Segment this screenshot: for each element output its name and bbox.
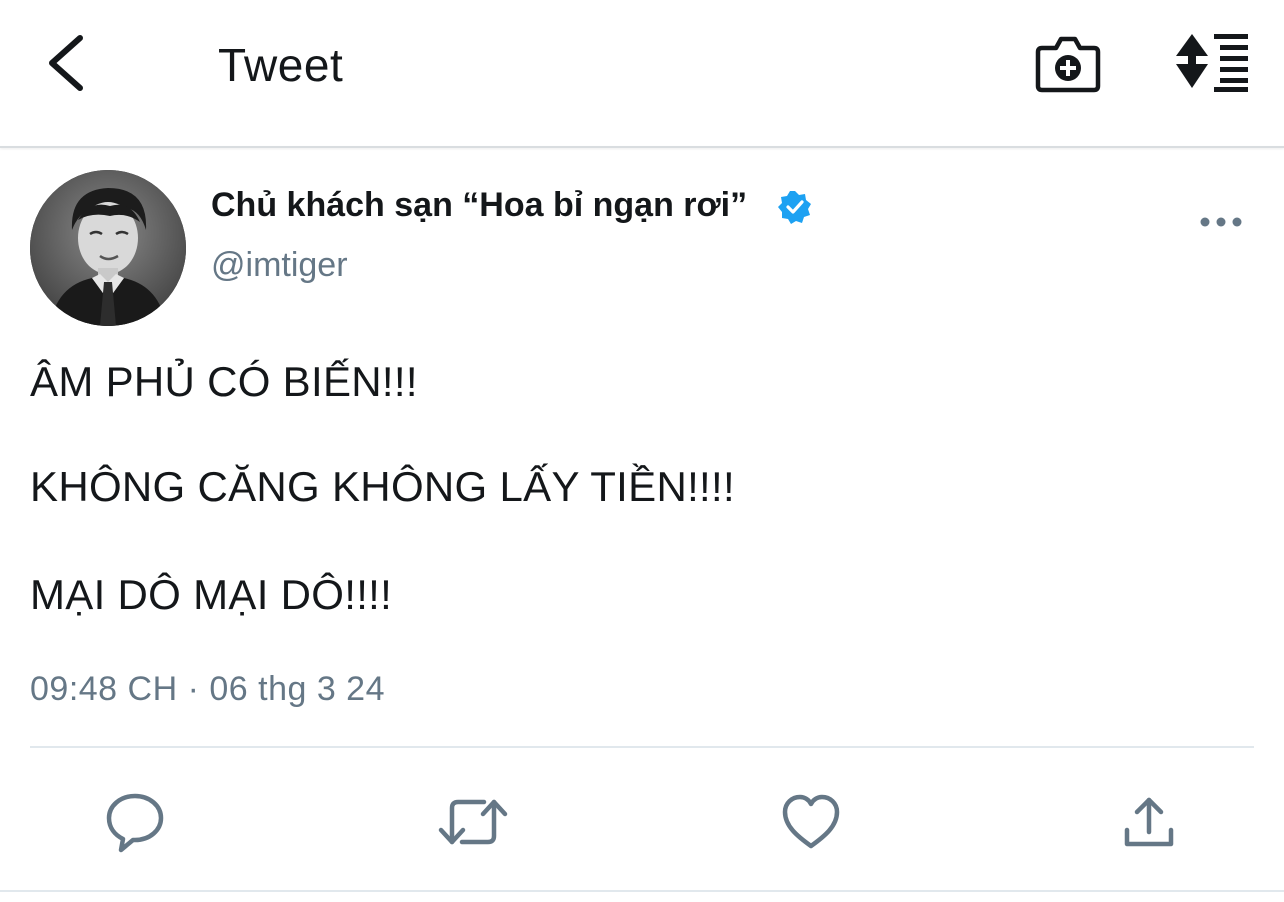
more-dots-icon — [1200, 217, 1242, 227]
sort-list-icon — [1176, 34, 1248, 92]
divider — [30, 746, 1254, 748]
tweet-text-line: KHÔNG CĂNG KHÔNG LẤY TIỀN!!!! — [30, 463, 735, 510]
timeline-sort-button[interactable] — [1170, 30, 1254, 94]
retweet-button[interactable] — [438, 790, 508, 854]
tweet-text-line: MẠI DÔ MẠI DÔ!!!! — [30, 571, 393, 618]
retweet-icon — [438, 799, 508, 845]
tweet-text-line: ÂM PHỦ CÓ BIẾN!!! — [30, 358, 418, 405]
header-divider — [0, 146, 1284, 148]
verified-badge-icon — [778, 191, 811, 224]
back-button[interactable] — [40, 30, 96, 96]
tweet-timestamp[interactable]: 09:48 CH · 06 thg 3 24 — [30, 670, 385, 709]
top-navigation-bar: Tweet — [0, 0, 1284, 148]
author-handle[interactable]: @imtiger — [211, 246, 348, 285]
author-name[interactable]: Chủ khách sạn “Hoa bỉ ngạn rơi” — [211, 186, 747, 225]
page-title: Tweet — [218, 39, 344, 91]
avatar[interactable] — [30, 170, 186, 326]
like-heart-icon — [782, 794, 840, 849]
share-button[interactable] — [1117, 790, 1181, 854]
reply-icon — [106, 793, 164, 853]
tweet-detail-screen: Tweet Chủ khách sạn “Hoa bỉ ngạn rơi” @i… — [0, 0, 1284, 902]
reply-button[interactable] — [103, 790, 167, 854]
profile-photo — [30, 170, 186, 326]
share-icon — [1124, 797, 1174, 847]
like-button[interactable] — [779, 790, 843, 854]
chevron-left-icon — [49, 35, 83, 91]
camera-add-icon — [1035, 36, 1101, 93]
divider — [0, 890, 1284, 892]
more-options-button[interactable] — [1196, 208, 1246, 236]
add-photo-button[interactable] — [1034, 30, 1102, 96]
